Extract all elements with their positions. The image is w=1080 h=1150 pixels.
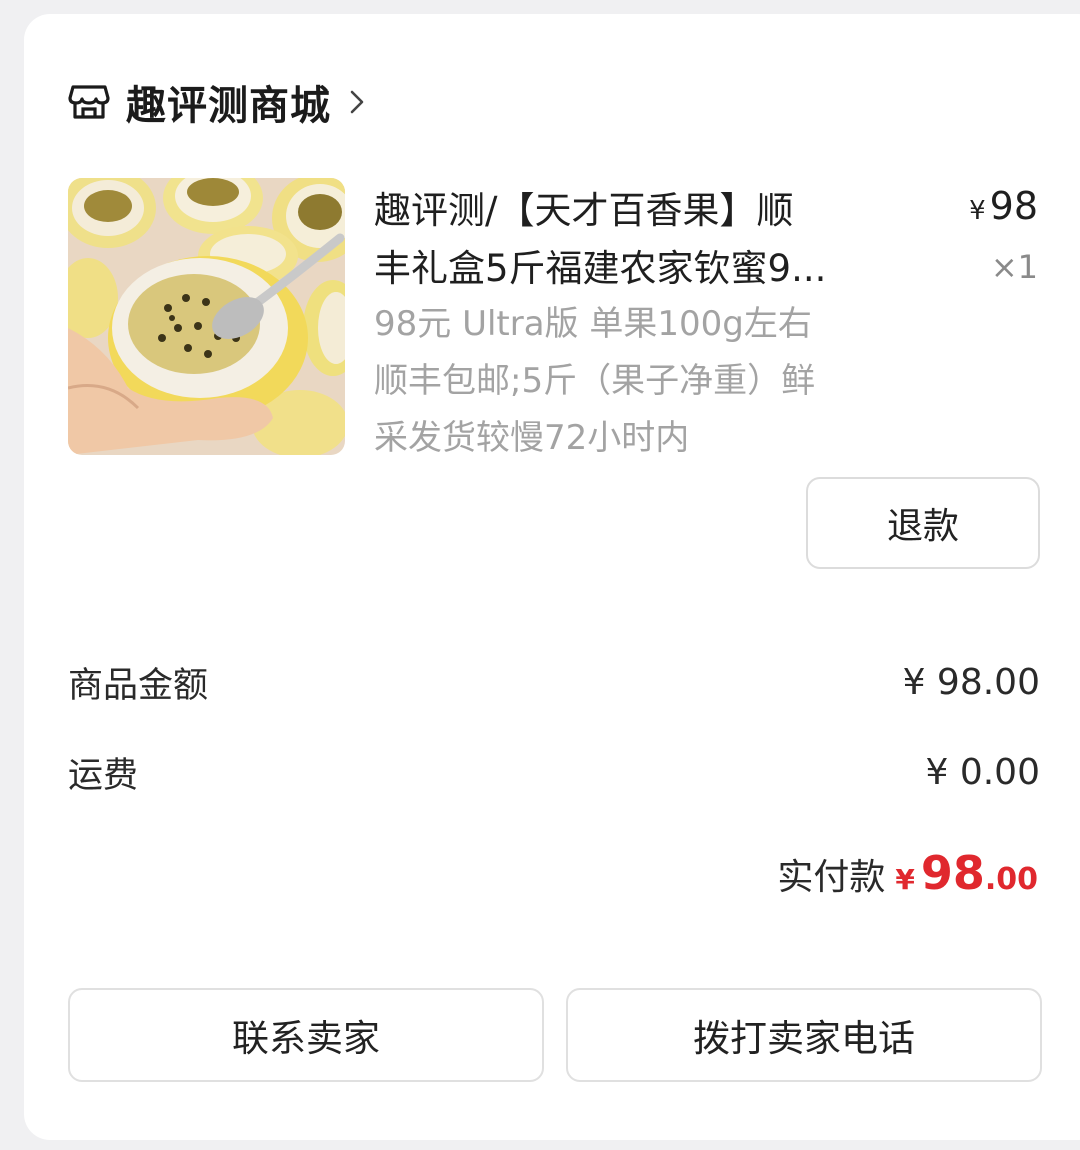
paid-label: 实付款 xyxy=(777,857,886,898)
product-spec-line-1: 98元 Ultra版 单果100g左右 xyxy=(374,304,812,344)
product-image[interactable] xyxy=(68,178,345,455)
contact-seller-button[interactable]: 联系卖家 xyxy=(68,988,544,1082)
product-title-line-1: 趣评测/【天才百香果】顺 xyxy=(374,189,794,232)
product-spec-line-3: 采发货较慢72小时内 xyxy=(374,418,690,458)
shop-header[interactable]: 趣评测商城 xyxy=(68,76,367,129)
call-seller-button[interactable]: 拨打卖家电话 xyxy=(566,988,1042,1082)
order-card: 趣评测商城 趣评测/【天才百香果】顺 丰礼盒5斤福建农家钦蜜9... ¥ 98 … xyxy=(24,14,1080,1140)
product-price-value: 98 xyxy=(989,184,1038,228)
refund-button[interactable]: 退款 xyxy=(806,477,1040,569)
goods-amount-value: ¥ 98.00 xyxy=(902,661,1040,703)
paid-cents: .00 xyxy=(984,862,1038,897)
paid-integer: 98 xyxy=(920,846,985,900)
product-spec: 98元 Ultra版 单果100g左右 顺丰包邮;5斤（果子净重）鲜 采发货较慢… xyxy=(374,296,874,467)
chevron-right-icon xyxy=(350,90,364,114)
product-quantity: ×1 xyxy=(990,248,1038,286)
goods-amount-row: 商品金额 ¥ 98.00 xyxy=(68,660,1040,706)
product-title[interactable]: 趣评测/【天才百香果】顺 丰礼盒5斤福建农家钦蜜9... xyxy=(374,182,874,298)
shipping-label: 运费 xyxy=(68,755,139,796)
store-icon xyxy=(68,85,110,119)
passion-fruit-image xyxy=(68,178,345,455)
goods-amount-label: 商品金额 xyxy=(68,665,209,706)
shop-name: 趣评测商城 xyxy=(126,83,331,129)
shipping-value: ¥ 0.00 xyxy=(925,751,1040,793)
product-spec-line-2: 顺丰包邮;5斤（果子净重）鲜 xyxy=(374,361,816,401)
product-title-line-2: 丰礼盒5斤福建农家钦蜜9... xyxy=(374,247,827,290)
paid-amount: 实付款 ¥ 98 .00 xyxy=(777,846,1038,900)
currency-symbol: ¥ xyxy=(969,196,986,226)
paid-currency-symbol: ¥ xyxy=(895,863,915,896)
product-price: ¥98 xyxy=(969,184,1038,228)
shipping-row: 运费 ¥ 0.00 xyxy=(68,750,1040,796)
